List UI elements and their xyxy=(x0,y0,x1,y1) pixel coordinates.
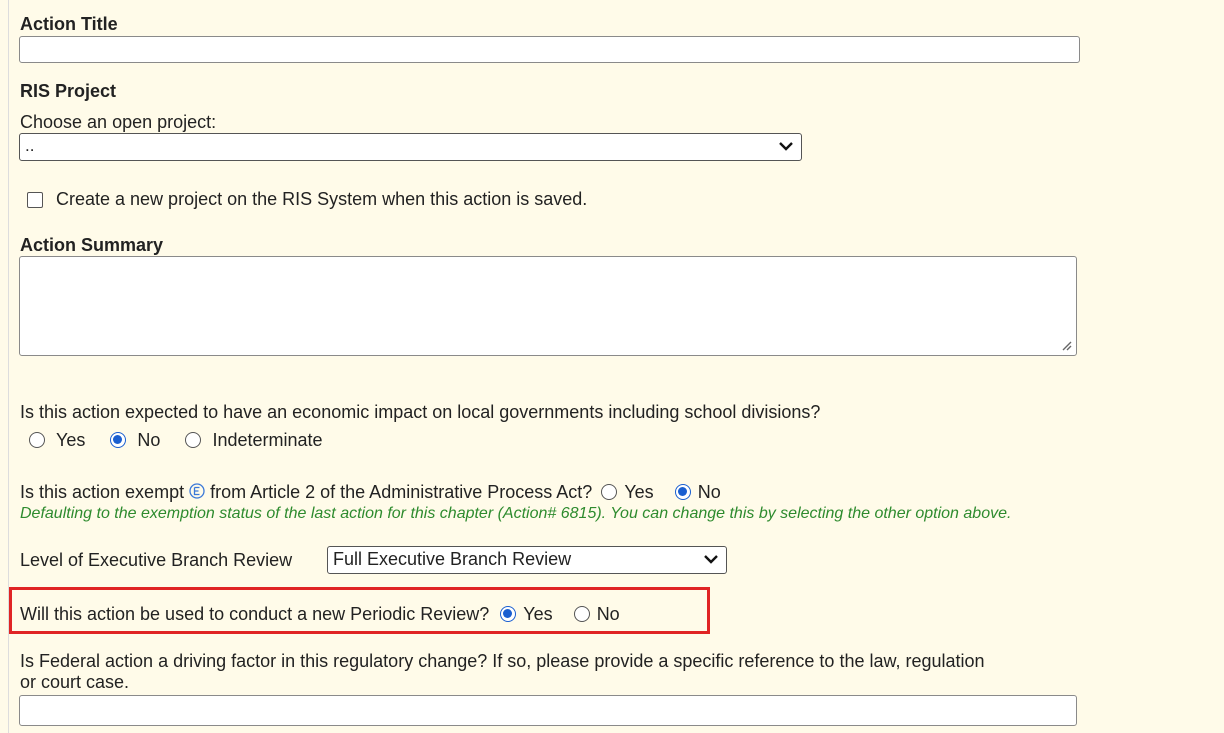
exec-review-selected: Full Executive Branch Review xyxy=(333,549,572,569)
choose-project-label: Choose an open project: xyxy=(20,112,217,132)
new-project-checkbox[interactable] xyxy=(27,192,43,208)
periodic-review-yes-radio[interactable] xyxy=(500,606,517,622)
periodic-review-row: Will this action be used to conduct a ne… xyxy=(20,604,620,625)
exempt-question-pre: Is this action exempt xyxy=(20,482,185,502)
open-project-selected: .. xyxy=(25,136,35,155)
economic-impact-no-label: No xyxy=(137,430,161,450)
action-title-label: Action Title xyxy=(20,14,118,34)
open-project-select[interactable]: .. xyxy=(19,133,802,161)
action-summary-textarea[interactable] xyxy=(19,256,1077,356)
exempt-info-icon[interactable] xyxy=(189,483,205,499)
exempt-question-post: from Article 2 of the Administrative Pro… xyxy=(210,482,593,502)
exec-review-select[interactable]: Full Executive Branch Review xyxy=(327,546,727,574)
periodic-review-question: Will this action be used to conduct a ne… xyxy=(20,604,490,624)
resize-handle-icon[interactable] xyxy=(1060,339,1072,351)
exempt-yes-radio[interactable] xyxy=(601,484,618,500)
periodic-review-yes-label: Yes xyxy=(523,604,553,624)
periodic-review-no-label: No xyxy=(596,604,620,624)
exempt-no-label: No xyxy=(697,482,721,502)
exempt-default-note: Defaulting to the exemption status of th… xyxy=(20,505,1012,522)
economic-impact-yes-radio[interactable] xyxy=(29,432,45,448)
action-summary-label: Action Summary xyxy=(20,235,164,255)
ris-project-label: RIS Project xyxy=(20,81,117,101)
federal-reference-input[interactable] xyxy=(19,695,1077,726)
action-title-input[interactable] xyxy=(19,36,1080,63)
economic-impact-options: Yes No Indeterminate xyxy=(29,430,323,451)
new-project-label: Create a new project on the RIS System w… xyxy=(56,189,588,209)
economic-impact-no-radio[interactable] xyxy=(110,432,127,448)
economic-impact-yes-label: Yes xyxy=(56,430,86,450)
federal-question-line2: or court case. xyxy=(20,672,130,692)
exempt-no-radio[interactable] xyxy=(674,484,691,500)
economic-impact-indeterminate-label: Indeterminate xyxy=(212,430,323,450)
federal-question-line1: Is Federal action a driving factor in th… xyxy=(20,651,985,671)
periodic-review-no-radio[interactable] xyxy=(573,606,590,622)
exempt-yes-label: Yes xyxy=(624,482,654,502)
exempt-question-row: Is this action exempt from Article 2 of … xyxy=(20,482,721,503)
chevron-down-icon xyxy=(779,142,793,151)
economic-impact-question: Is this action expected to have an econo… xyxy=(20,402,821,422)
economic-impact-indeterminate-radio[interactable] xyxy=(185,432,202,448)
chevron-down-icon xyxy=(704,555,718,564)
exec-review-label: Level of Executive Branch Review xyxy=(20,550,293,570)
